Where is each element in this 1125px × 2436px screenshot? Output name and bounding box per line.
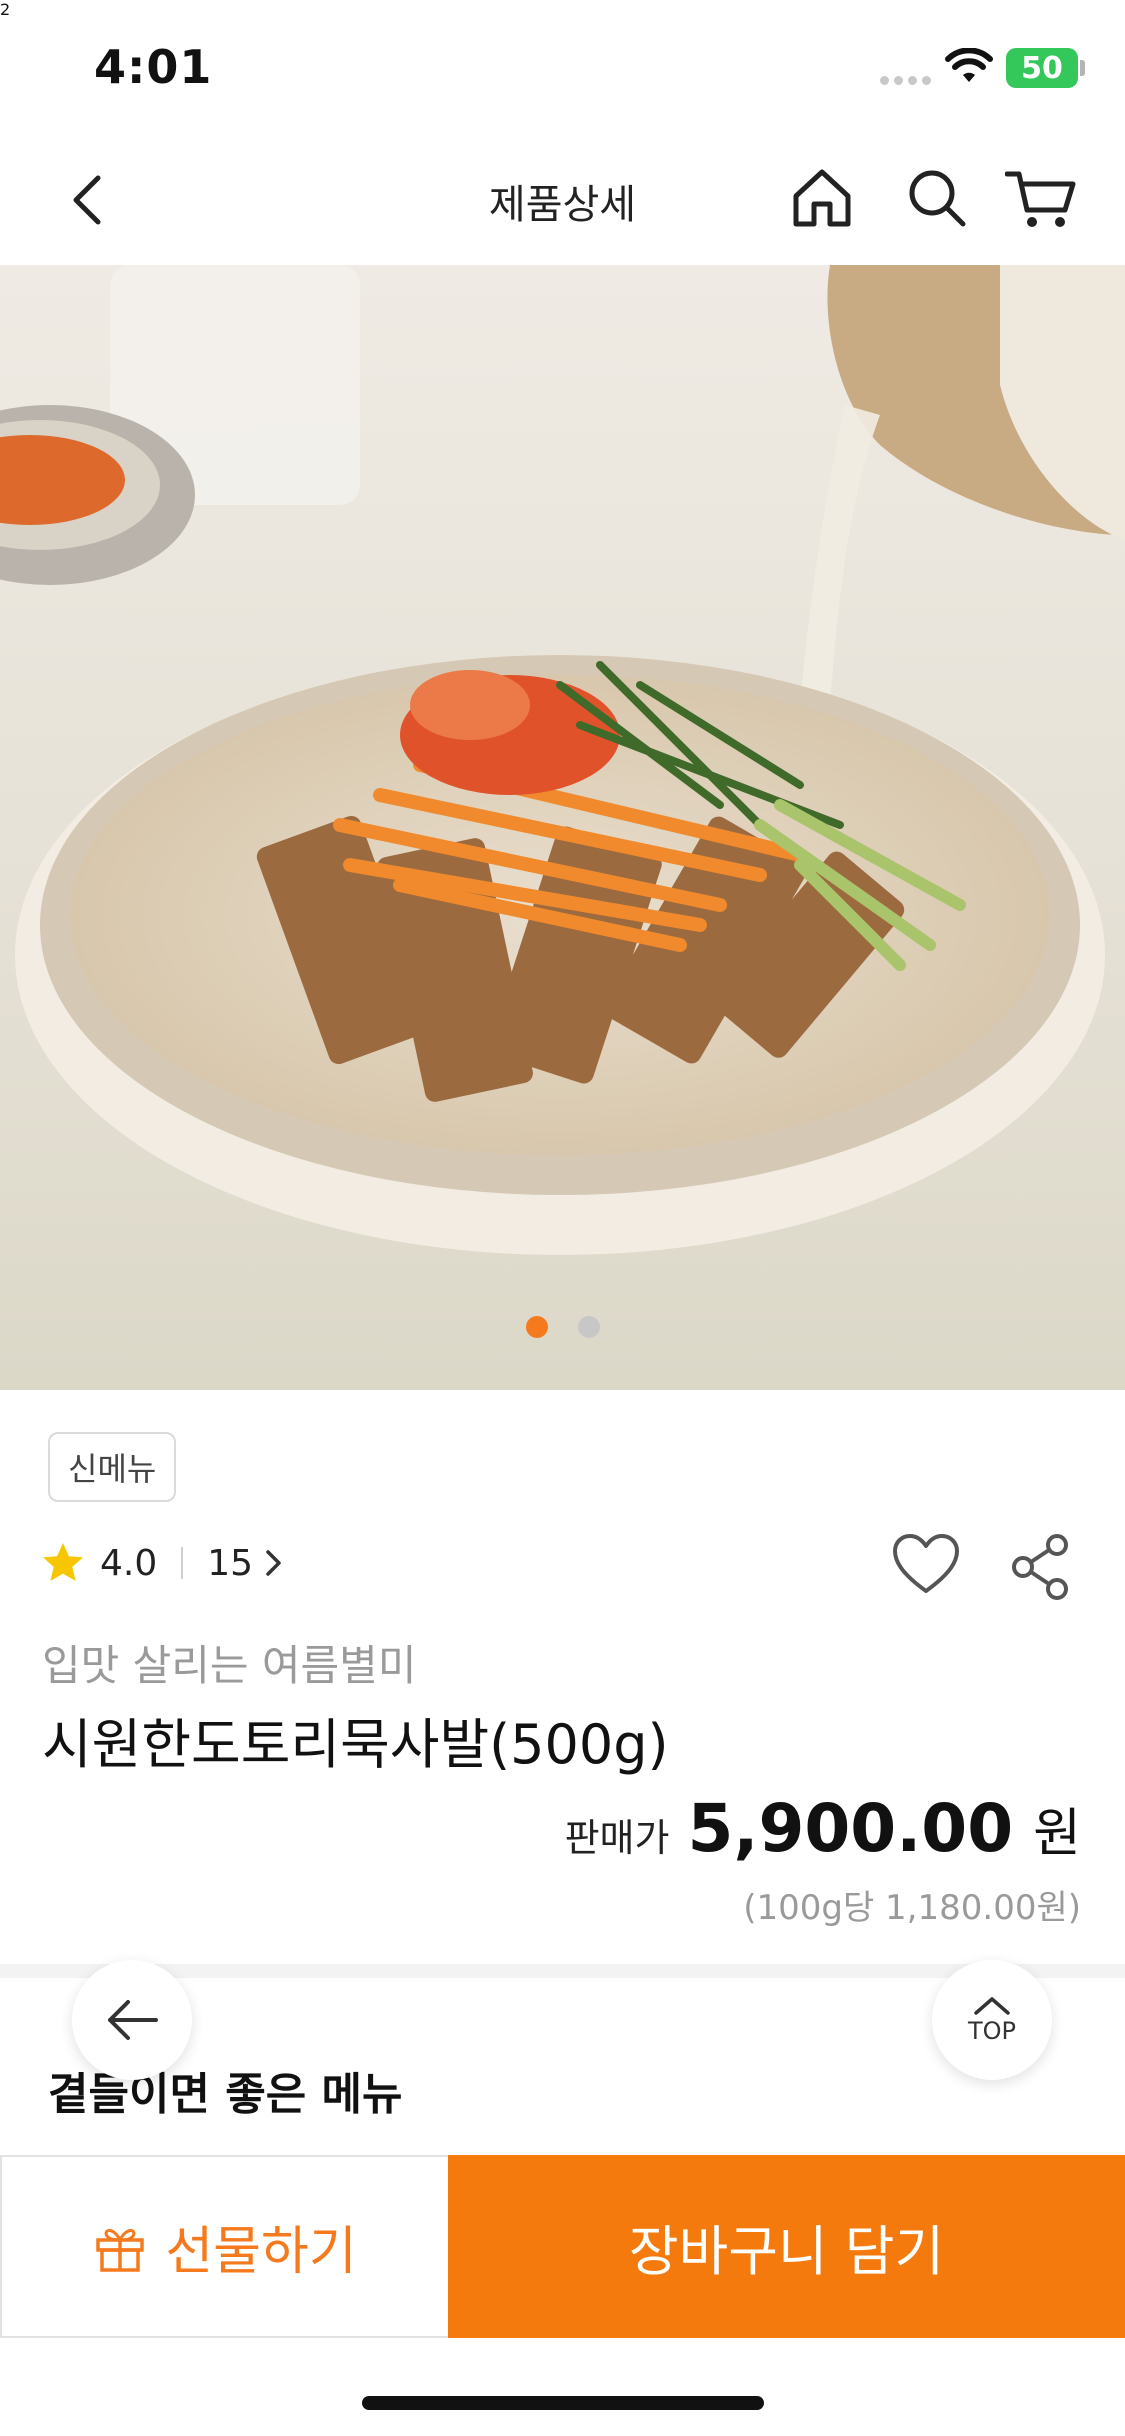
share-icon (1012, 1534, 1068, 1600)
chevron-up-icon (974, 1997, 1010, 2015)
signal-dots-icon (880, 70, 940, 85)
floating-back-button[interactable] (72, 1960, 192, 2080)
home-indicator (362, 2396, 764, 2410)
heart-icon (893, 1534, 959, 1593)
new-menu-badge: 신메뉴 (48, 1432, 177, 1502)
gift-icon (96, 2228, 145, 2272)
rating-summary[interactable]: 4.0 15 (40, 1540, 285, 1586)
cart-icon (1004, 171, 1076, 227)
search-button[interactable] (905, 166, 969, 234)
carousel-pager (0, 1316, 1125, 1338)
share-button[interactable] (1009, 1533, 1073, 1605)
battery-cap (1080, 60, 1085, 76)
product-name: 시원한도토리묵사발(500g) (42, 1713, 669, 1776)
gift-button-label: 선물하기 (165, 2222, 357, 2282)
product-actions (891, 1533, 1073, 1605)
cart-button[interactable] (1004, 166, 1077, 234)
price-label: 판매가 (564, 1816, 670, 1860)
scroll-top-label: TOP (967, 2017, 1017, 2045)
home-icon (793, 169, 851, 227)
status-time: 4:01 (94, 40, 213, 94)
battery-icon: 50 (1006, 48, 1078, 88)
price-value: 5,900.00 (687, 1790, 1014, 1867)
add-to-cart-button[interactable]: 장바구니 담기 (448, 2155, 1125, 2338)
chevron-right-icon (266, 1550, 281, 1576)
search-icon (909, 170, 966, 227)
product-subtitle: 입맛 살리는 여름별미 (42, 1641, 417, 1690)
review-count: 15 (207, 1542, 254, 1584)
pager-dot-active[interactable] (525, 1316, 548, 1338)
status-bar: 4:01 50 (0, 0, 1125, 140)
wifi-icon (945, 47, 993, 90)
product-photo (0, 265, 1125, 1390)
price-row: 판매가 5,900.00 원 (565, 1790, 1081, 1867)
scroll-top-button[interactable]: TOP (932, 1960, 1052, 2080)
add-to-cart-label: 장바구니 담기 (628, 2220, 945, 2283)
home-button[interactable] (790, 166, 854, 234)
star-icon (43, 1543, 83, 1581)
top-nav: 제품상세 (0, 140, 1125, 265)
wishlist-button[interactable] (891, 1533, 961, 1605)
rating-value: 4.0 (100, 1542, 158, 1584)
bottom-action-bar: 선물하기 장바구니 담기 (0, 2155, 1125, 2338)
price-currency: 원 (1033, 1804, 1081, 1864)
arrow-left-icon (108, 2000, 158, 2040)
pager-dot[interactable] (577, 1316, 600, 1338)
gift-button[interactable]: 선물하기 (0, 2155, 448, 2338)
unit-price: (100g당 1,180.00원) (743, 1888, 1081, 1928)
rating-divider (181, 1547, 184, 1579)
product-image-carousel[interactable] (0, 265, 1125, 1390)
